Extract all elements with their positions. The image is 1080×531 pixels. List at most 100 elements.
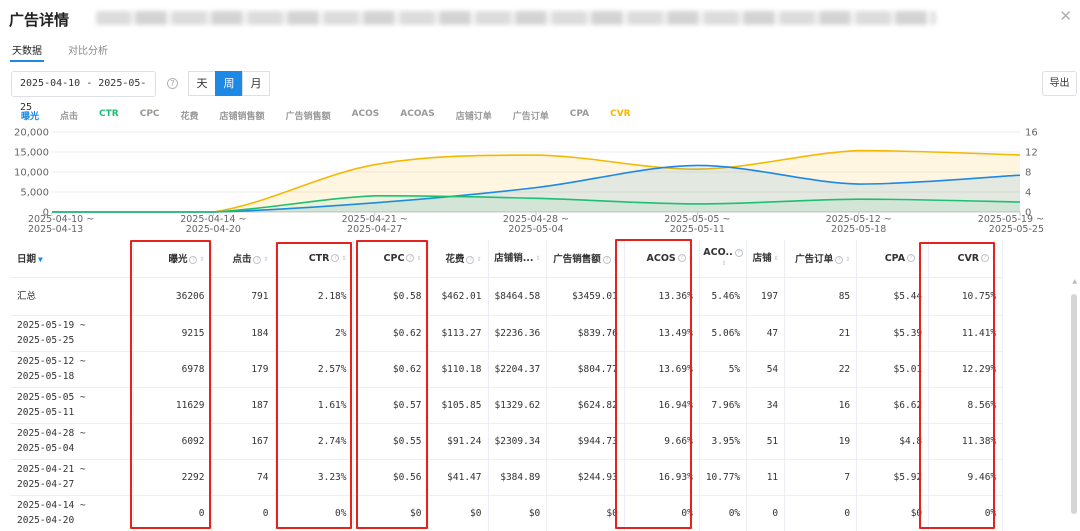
- help-icon[interactable]: ?: [466, 255, 475, 264]
- help-icon[interactable]: ?: [189, 255, 198, 264]
- help-icon[interactable]: ?: [835, 255, 844, 264]
- granularity-day-button[interactable]: 天: [188, 71, 216, 96]
- sort-icon[interactable]: ⇕: [688, 255, 693, 262]
- help-icon[interactable]: ?: [981, 254, 990, 263]
- column-header-label: 点击: [232, 254, 252, 266]
- scroll-thumb[interactable]: [1071, 294, 1077, 514]
- help-icon[interactable]: ?: [677, 254, 686, 263]
- metric-toggle[interactable]: 店铺销售额: [220, 109, 265, 122]
- column-header[interactable]: 广告订单? ⇕: [784, 240, 858, 278]
- column-header[interactable]: 花费? ⇕: [428, 240, 489, 278]
- granularity-week-button[interactable]: 周: [215, 71, 243, 96]
- metric-toggle[interactable]: 花费: [181, 109, 199, 122]
- metric-toggle[interactable]: 广告销售额: [286, 109, 331, 122]
- table-cell: 11: [746, 459, 786, 496]
- metric-toggle[interactable]: 广告订单: [513, 109, 549, 122]
- column-header[interactable]: ACOS? ⇕: [624, 240, 700, 278]
- table-cell: 22: [784, 351, 858, 388]
- sort-icon[interactable]: ⇕: [845, 256, 850, 263]
- metric-toggle[interactable]: ACOS: [352, 109, 380, 122]
- column-header[interactable]: CPC? ⇕: [353, 240, 429, 278]
- help-icon[interactable]: ?: [406, 254, 415, 263]
- help-icon[interactable]: ?: [734, 248, 743, 257]
- sort-icon[interactable]: ⇕: [917, 255, 922, 262]
- sort-icon[interactable]: ⇕: [721, 258, 726, 269]
- table-cell: $2236.36: [488, 315, 548, 352]
- column-header[interactable]: 店铺销... ⇕: [488, 240, 548, 278]
- column-header-label: 广告销售额: [553, 254, 601, 266]
- table-cell: 9215: [133, 315, 212, 352]
- column-header[interactable]: CTR? ⇕: [275, 240, 354, 278]
- x-tick-label: 2025-05-11: [670, 224, 725, 235]
- metric-toggle[interactable]: 店铺订单: [456, 109, 492, 122]
- sort-icon[interactable]: ⇕: [263, 256, 268, 263]
- metric-toggle[interactable]: CPC: [140, 109, 160, 122]
- metric-toggle[interactable]: ACOAS: [400, 109, 434, 122]
- table-cell: 2.74%: [275, 423, 354, 460]
- tab-daily-data[interactable]: 天数据: [10, 40, 44, 62]
- metric-toggle[interactable]: CVR: [610, 109, 631, 122]
- table-cell: $5.39: [856, 315, 930, 352]
- table-cell: 0: [784, 495, 858, 531]
- x-tick-label: 2025-04-27: [347, 224, 402, 235]
- sort-icon[interactable]: ⇕: [991, 255, 996, 262]
- date-cell: 2025-04-28 ~ 2025-05-04: [11, 423, 134, 460]
- column-header-label: CVR: [957, 252, 980, 264]
- help-icon[interactable]: ?: [907, 254, 916, 263]
- sort-icon[interactable]: ⇕: [476, 256, 481, 263]
- column-header[interactable]: 点击? ⇕: [211, 240, 276, 278]
- metric-toggle[interactable]: 点击: [60, 109, 78, 122]
- table-cell: 0%: [275, 495, 354, 531]
- tab-bar: 天数据 对比分析: [10, 40, 132, 62]
- close-icon[interactable]: ✕: [1059, 7, 1072, 25]
- sort-icon[interactable]: ⇕: [416, 255, 421, 262]
- granularity-month-button[interactable]: 月: [242, 71, 270, 96]
- y-left-tick-label: 15,000: [14, 148, 49, 159]
- sort-icon[interactable]: ⇕: [199, 256, 204, 263]
- column-header[interactable]: CVR? ⇕: [928, 240, 1004, 278]
- y-right-tick-label: 12: [1025, 148, 1038, 159]
- table-cell: 54: [746, 351, 786, 388]
- help-icon[interactable]: ?: [253, 255, 262, 264]
- metric-toggle[interactable]: CPA: [570, 109, 589, 122]
- table-cell: 0%: [624, 495, 700, 531]
- table-cell: 187: [211, 387, 276, 424]
- date-cell: 2025-04-21 ~ 2025-04-27: [11, 459, 134, 496]
- column-header[interactable]: 曝光? ⇕: [133, 240, 212, 278]
- table-cell: $384.89: [488, 459, 548, 496]
- sort-icon[interactable]: ⇕: [613, 256, 618, 263]
- sort-icon[interactable]: ⇕: [774, 253, 779, 264]
- column-header[interactable]: 日期 ▼: [11, 240, 134, 278]
- column-header[interactable]: CPA? ⇕: [856, 240, 930, 278]
- table-scrollbar[interactable]: ▲: [1071, 278, 1077, 531]
- metric-toggle[interactable]: 曝光: [21, 109, 39, 122]
- table-cell: 13.49%: [624, 315, 700, 352]
- metric-toggle[interactable]: CTR: [99, 109, 119, 122]
- column-header-label: CTR: [308, 252, 330, 264]
- table-cell: $5.92: [856, 459, 930, 496]
- table-cell: $1329.62: [488, 387, 548, 424]
- table-cell: 9.46%: [928, 459, 1004, 496]
- help-icon[interactable]: ?: [331, 254, 340, 263]
- date-range-picker[interactable]: 2025-04-10 - 2025-05-25: [11, 71, 156, 113]
- sort-desc-icon[interactable]: ▼: [38, 255, 43, 264]
- column-header[interactable]: 广告销售额? ⇕: [546, 240, 625, 278]
- sort-icon[interactable]: ⇕: [536, 253, 541, 264]
- export-button[interactable]: 导出: [1042, 71, 1077, 96]
- help-icon[interactable]: ?: [167, 78, 178, 89]
- tab-comparison[interactable]: 对比分析: [66, 40, 110, 62]
- table-cell: 13.36%: [624, 277, 700, 316]
- table-cell: 21: [784, 315, 858, 352]
- column-header-label: CPC: [383, 252, 405, 264]
- table-cell: $0: [428, 495, 489, 531]
- table-cell: 0: [211, 495, 276, 531]
- table-cell: 3.23%: [275, 459, 354, 496]
- column-header[interactable]: 店铺 ⇕: [746, 240, 786, 278]
- table-row: 2025-04-14 ~ 2025-04-20 0 0 0% $0 $0 $0 $0 0% 0% 0…: [11, 495, 1004, 531]
- column-header[interactable]: ACO.. ? ⇕: [699, 240, 748, 278]
- sort-icon[interactable]: ⇕: [341, 255, 346, 262]
- table-cell: 9.66%: [624, 423, 700, 460]
- scroll-up-icon[interactable]: ▲: [1072, 278, 1077, 285]
- table-cell: 167: [211, 423, 276, 460]
- help-icon[interactable]: ?: [602, 255, 611, 264]
